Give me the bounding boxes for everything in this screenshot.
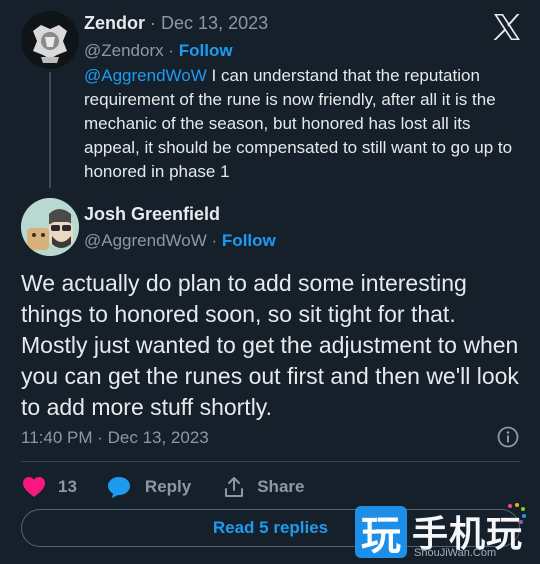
thread-line (49, 72, 51, 188)
x-logo-icon[interactable] (492, 12, 522, 42)
share-button[interactable]: Share (223, 476, 304, 498)
reply-handle[interactable]: @AggrendWoW (84, 231, 207, 250)
parent-handle-row: @Zendorx · Follow (84, 41, 233, 61)
parent-tweet-text: @AggrendWoW I can understand that the re… (84, 64, 514, 184)
reply-header: Josh Greenfield (84, 204, 220, 225)
zendor-crest-icon (21, 11, 79, 69)
parent-date[interactable]: Dec 13, 2023 (161, 13, 268, 33)
reply-button[interactable]: Reply (107, 476, 191, 498)
reply-label: Reply (144, 477, 192, 496)
zendor-avatar[interactable] (21, 11, 79, 69)
parent-header: Zendor · Dec 13, 2023 (84, 13, 268, 34)
josh-cartoon-icon (21, 198, 79, 256)
divider (21, 461, 520, 462)
info-icon[interactable] (496, 425, 520, 449)
reply-handle-separator: · (211, 231, 218, 250)
read-replies-label: Read 5 replies (212, 518, 329, 537)
parent-handle-separator: · (168, 41, 175, 60)
parent-author-name[interactable]: Zendor (84, 13, 145, 33)
reply-handle-row: @AggrendWoW · Follow (84, 231, 276, 251)
reply-author-name[interactable]: Josh Greenfield (84, 204, 220, 224)
reply-tweet-text: We actually do plan to add some interest… (21, 270, 519, 420)
like-button[interactable]: 13 (22, 476, 77, 498)
parent-handle[interactable]: @Zendorx (84, 41, 164, 60)
watermark-logo: 玩 (355, 506, 407, 558)
parent-follow-button[interactable]: Follow (179, 41, 233, 60)
watermark-url: ShouJiWan.Com (414, 547, 497, 559)
reply-bubble-icon (107, 477, 130, 498)
heart-icon (23, 477, 45, 497)
parent-mention-link[interactable]: @AggrendWoW (84, 66, 207, 85)
reply-timestamp[interactable]: 11:40 PM · Dec 13, 2023 (21, 428, 209, 448)
action-bar: 13 Reply Share (22, 474, 304, 500)
share-icon (225, 477, 244, 497)
reply-follow-button[interactable]: Follow (222, 231, 276, 250)
like-count: 13 (58, 477, 77, 496)
josh-avatar[interactable] (21, 198, 79, 256)
parent-separator: · (150, 13, 157, 33)
watermark-dots-icon (502, 502, 528, 528)
share-label: Share (257, 477, 305, 496)
